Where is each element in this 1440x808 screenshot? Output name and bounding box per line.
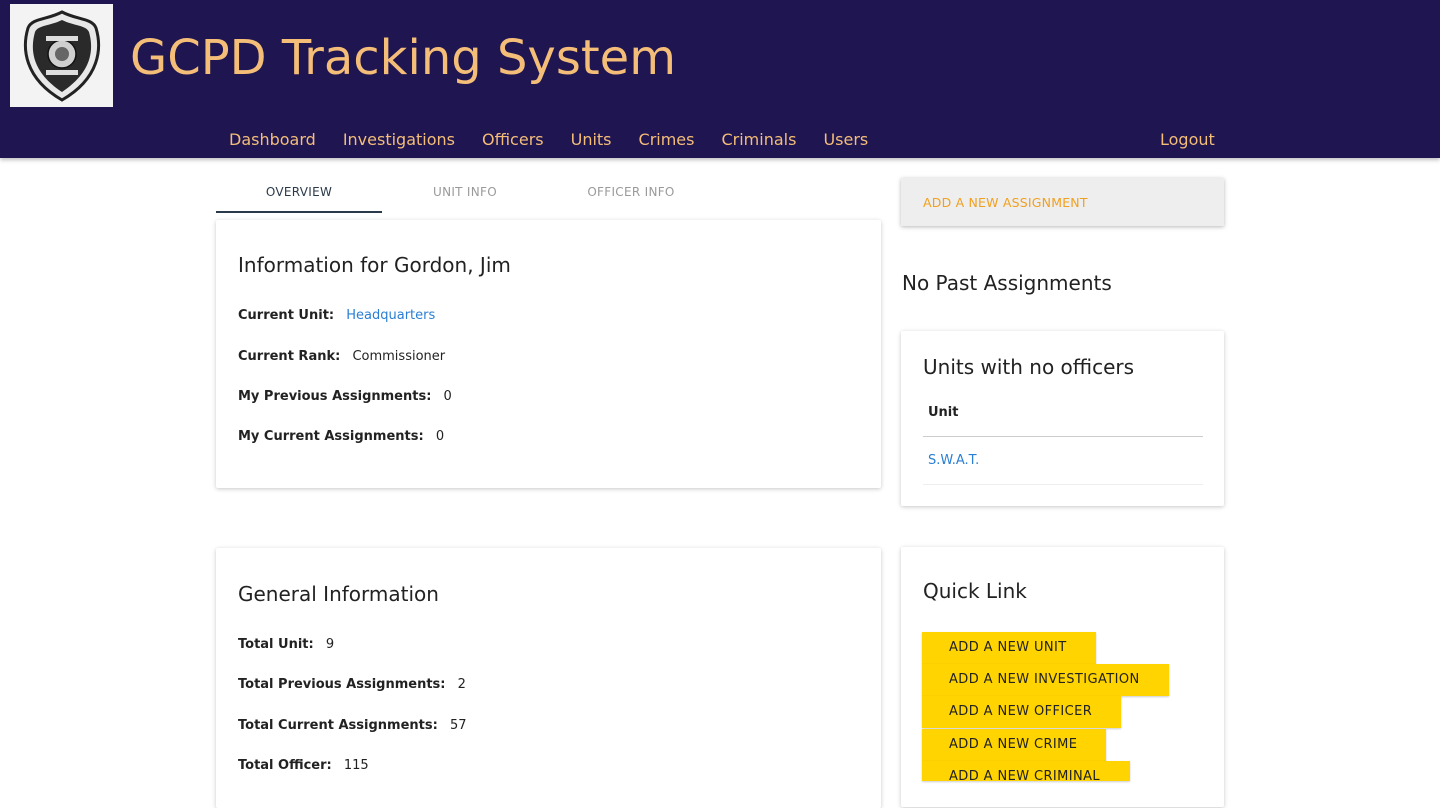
total-unit-value: 9 [325, 637, 335, 652]
quick-link-title: Quick Link [923, 579, 1027, 603]
logout-link[interactable]: Logout [1160, 130, 1215, 149]
add-officer-button[interactable]: ADD A NEW OFFICER [922, 696, 1121, 728]
no-past-assignments: No Past Assignments [902, 271, 1112, 295]
nav-investigations[interactable]: Investigations [343, 130, 455, 149]
tab-officer-info[interactable]: OFFICER INFO [548, 178, 714, 214]
current-unit-link[interactable]: Headquarters [346, 308, 435, 323]
add-crime-button[interactable]: ADD A NEW CRIME [922, 729, 1106, 761]
tab-overview[interactable]: OVERVIEW [216, 178, 382, 213]
add-assignment-button[interactable]: ADD A NEW ASSIGNMENT [901, 178, 1224, 226]
nav-officers[interactable]: Officers [482, 130, 544, 149]
current-unit-label: Current Unit: [238, 308, 335, 323]
add-investigation-button[interactable]: ADD A NEW INVESTIGATION [922, 664, 1169, 696]
nav-dashboard[interactable]: Dashboard [229, 130, 316, 149]
officer-info-card: Information for Gordon, Jim Current Unit… [216, 220, 881, 488]
nav-users[interactable]: Users [823, 130, 868, 149]
units-no-officers-card: Units with no officers Unit S.W.A.T. [901, 331, 1224, 506]
add-criminal-button[interactable]: ADD A NEW CRIMINAL [922, 761, 1130, 784]
curr-assign-label: My Current Assignments: [238, 429, 424, 444]
total-officer-value: 115 [343, 758, 369, 773]
current-rank-value: Commissioner [352, 349, 446, 364]
app-title: GCPD Tracking System [130, 30, 676, 86]
total-curr-value: 57 [449, 718, 467, 733]
police-badge-icon [23, 9, 100, 102]
nav-units[interactable]: Units [571, 130, 612, 149]
unit-column-header: Unit [928, 405, 959, 420]
main-nav: Dashboard Investigations Officers Units … [229, 130, 895, 149]
total-unit-label: Total Unit: [238, 637, 314, 652]
unit-row-link[interactable]: S.W.A.T. [928, 453, 979, 468]
total-prev-value: 2 [457, 677, 466, 692]
total-prev-label: Total Previous Assignments: [238, 677, 446, 692]
add-unit-button[interactable]: ADD A NEW UNIT [922, 632, 1096, 664]
table-divider [923, 436, 1203, 437]
officer-info-title: Information for Gordon, Jim [238, 253, 511, 277]
nav-crimes[interactable]: Crimes [639, 130, 695, 149]
prev-assign-value: 0 [443, 389, 452, 404]
general-info-card: General Information Total Unit: 9 Total … [216, 548, 881, 808]
general-info-title: General Information [238, 582, 439, 606]
total-officer-label: Total Officer: [238, 758, 332, 773]
prev-assign-row: My Previous Assignments: 0 [238, 389, 452, 404]
total-officer-row: Total Officer: 115 [238, 758, 369, 773]
current-rank-row: Current Rank: Commissioner [238, 349, 445, 364]
curr-assign-value: 0 [435, 429, 445, 444]
total-curr-row: Total Current Assignments: 57 [238, 718, 466, 733]
tab-bar: OVERVIEW UNIT INFO OFFICER INFO [216, 178, 881, 214]
table-divider [923, 484, 1203, 485]
nav-criminals[interactable]: Criminals [721, 130, 796, 149]
curr-assign-row: My Current Assignments: 0 [238, 429, 444, 444]
logo[interactable] [10, 4, 113, 107]
top-header: GCPD Tracking System Dashboard Investiga… [0, 0, 1440, 158]
units-no-officers-title: Units with no officers [923, 355, 1135, 379]
current-rank-label: Current Rank: [238, 349, 341, 364]
current-unit-row: Current Unit: Headquarters [238, 308, 435, 323]
total-unit-row: Total Unit: 9 [238, 637, 334, 652]
prev-assign-label: My Previous Assignments: [238, 389, 432, 404]
tab-unit-info[interactable]: UNIT INFO [382, 178, 548, 214]
total-prev-row: Total Previous Assignments: 2 [238, 677, 466, 692]
total-curr-label: Total Current Assignments: [238, 718, 438, 733]
